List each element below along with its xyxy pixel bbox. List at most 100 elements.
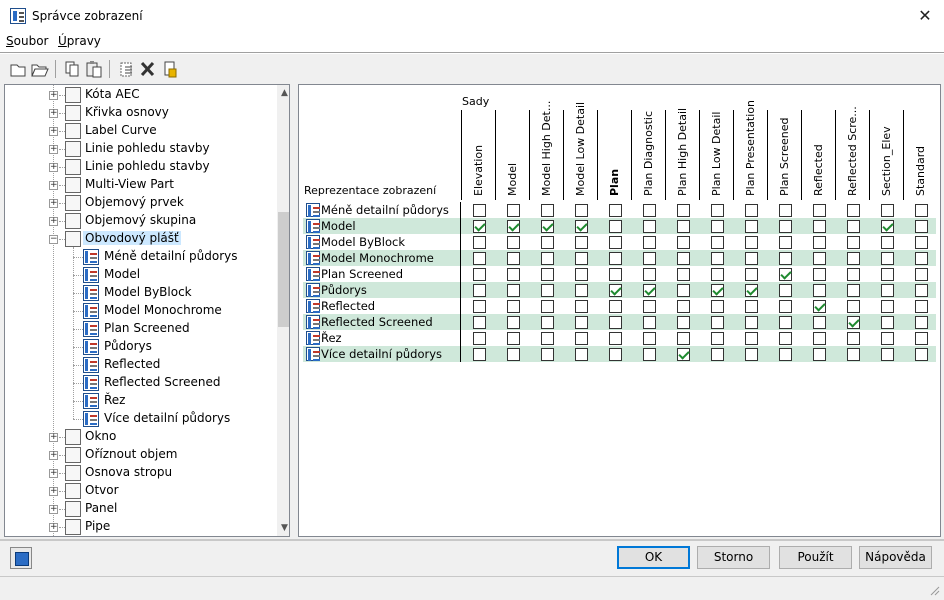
tree-item-plan-screened[interactable]: Plan Screened [5,320,273,338]
checkbox-elevation[interactable] [473,236,486,249]
checkbox-model-low-detail[interactable] [575,204,588,217]
checkbox-plan-presentation[interactable] [745,348,758,361]
checkbox-plan[interactable] [609,316,622,329]
checkbox-plan-low-detail[interactable] [711,284,724,297]
checkbox-plan-presentation[interactable] [745,316,758,329]
checkbox-plan-diagnostic[interactable] [643,252,656,265]
checkbox-model-high-det[interactable] [541,300,554,313]
checkbox-reflected-scre[interactable] [847,332,860,345]
checkbox-plan-presentation[interactable] [745,332,758,345]
checkbox-plan-diagnostic[interactable] [643,236,656,249]
checkbox-plan-diagnostic[interactable] [643,348,656,361]
checkbox-elevation[interactable] [473,268,486,281]
tree-item-objemovy-prvek[interactable]: + Objemový prvek [5,194,273,212]
checkbox-plan-low-detail[interactable] [711,300,724,313]
tree-item-mene-detailni-pudorys[interactable]: Méně detailní půdorys [5,248,273,266]
checkbox-elevation[interactable] [473,316,486,329]
checkbox-reflected[interactable] [813,284,826,297]
checkbox-plan-screened[interactable] [779,220,792,233]
checkbox-reflected-scre[interactable] [847,252,860,265]
checkbox-section-elev[interactable] [881,300,894,313]
column-header-plan-low-detail[interactable]: Plan Low Detail [699,110,733,200]
properties-icon[interactable] [160,60,180,78]
expand-icon[interactable]: + [49,217,58,226]
checkbox-standard[interactable] [915,300,928,313]
checkbox-plan[interactable] [609,236,622,249]
checkbox-section-elev[interactable] [881,332,894,345]
checkbox-plan-diagnostic[interactable] [643,332,656,345]
checkbox-standard[interactable] [915,204,928,217]
grid-row-model[interactable]: Model [303,218,936,234]
checkbox-standard[interactable] [915,348,928,361]
checkbox-model-high-det[interactable] [541,332,554,345]
checkbox-plan-screened[interactable] [779,284,792,297]
checkbox-plan-high-detail[interactable] [677,268,690,281]
checkbox-reflected-scre[interactable] [847,220,860,233]
checkbox-elevation[interactable] [473,332,486,345]
checkbox-reflected[interactable] [813,348,826,361]
checkbox-plan[interactable] [609,348,622,361]
checkbox-plan-diagnostic[interactable] [643,204,656,217]
scroll-up-arrow-icon[interactable]: ▲ [277,85,289,101]
checkbox-standard[interactable] [915,252,928,265]
checkbox-plan-screened[interactable] [779,332,792,345]
checkbox-model-high-det[interactable] [541,284,554,297]
expand-icon[interactable]: + [49,109,58,118]
checkbox-reflected-scre[interactable] [847,204,860,217]
checkbox-plan-screened[interactable] [779,268,792,281]
checkbox-elevation[interactable] [473,220,486,233]
checkbox-plan[interactable] [609,332,622,345]
checkbox-model-high-det[interactable] [541,252,554,265]
checkbox-section-elev[interactable] [881,284,894,297]
tree-item-pudorys[interactable]: Půdorys [5,338,273,356]
checkbox-model-high-det[interactable] [541,204,554,217]
menu-soubor[interactable]: Soubor [6,34,48,48]
checkbox-plan-high-detail[interactable] [677,236,690,249]
checkbox-plan-low-detail[interactable] [711,220,724,233]
close-button[interactable]: ✕ [906,0,944,31]
checkbox-reflected[interactable] [813,204,826,217]
checkbox-plan[interactable] [609,284,622,297]
grid-row-plan-screened[interactable]: Plan Screened [303,266,936,282]
checkbox-plan-high-detail[interactable] [677,348,690,361]
checkbox-reflected[interactable] [813,316,826,329]
column-header-plan-diagnostic[interactable]: Plan Diagnostic [631,110,665,200]
expand-icon[interactable]: + [49,523,58,532]
grid-row-vice-detailni-pudorys[interactable]: Více detailní půdorys [303,346,936,362]
display-config-icon[interactable] [10,547,32,569]
checkbox-plan-presentation[interactable] [745,252,758,265]
cancel-button[interactable]: Storno [697,546,770,569]
checkbox-model-low-detail[interactable] [575,252,588,265]
column-header-standard[interactable]: Standard [903,110,937,200]
checkbox-standard[interactable] [915,316,928,329]
column-header-section-elev[interactable]: Section_Elev [869,110,903,200]
checkbox-model-high-det[interactable] [541,316,554,329]
checkbox-model[interactable] [507,348,520,361]
tree-item-objemovy-skupina[interactable]: + Objemový skupina [5,212,273,230]
checkbox-plan-presentation[interactable] [745,236,758,249]
checkbox-reflected[interactable] [813,268,826,281]
checkbox-model-high-det[interactable] [541,268,554,281]
scroll-down-arrow-icon[interactable]: ▼ [277,520,289,536]
checkbox-plan[interactable] [609,300,622,313]
tree-item-krivka-osnovy[interactable]: + Křivka osnovy [5,104,273,122]
checkbox-model-high-det[interactable] [541,236,554,249]
checkbox-plan-low-detail[interactable] [711,316,724,329]
tree-item-otvor[interactable]: + Otvor [5,482,273,500]
checkbox-plan[interactable] [609,252,622,265]
help-button[interactable]: Nápověda [859,546,932,569]
expand-icon[interactable]: + [49,469,58,478]
tree-item-panel[interactable]: + Panel [5,500,273,518]
checkbox-section-elev[interactable] [881,204,894,217]
grid-row-rez[interactable]: Řez [303,330,936,346]
expand-icon[interactable]: + [49,451,58,460]
checkbox-plan-diagnostic[interactable] [643,284,656,297]
paste-icon[interactable] [84,60,104,78]
tree-item-linie-pohledu-stavby[interactable]: + Linie pohledu stavby [5,158,273,176]
grid-row-reflected[interactable]: Reflected [303,298,936,314]
checkbox-plan-presentation[interactable] [745,268,758,281]
checkbox-model[interactable] [507,332,520,345]
checkbox-model-low-detail[interactable] [575,236,588,249]
checkbox-model[interactable] [507,268,520,281]
checkbox-model-low-detail[interactable] [575,220,588,233]
